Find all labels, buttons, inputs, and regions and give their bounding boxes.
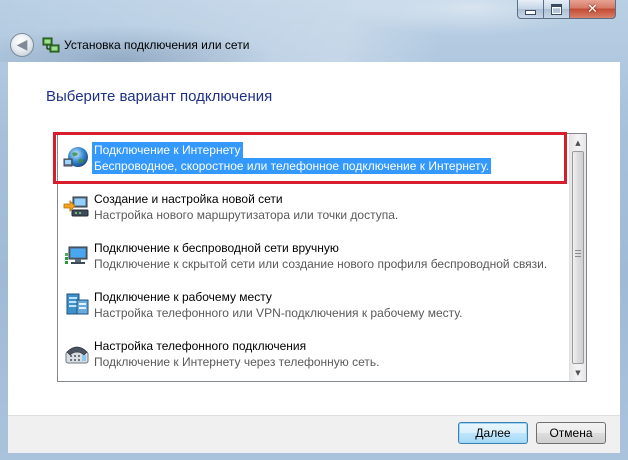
option-dialup[interactable]: Настройка телефонного подключения Подклю… [58, 334, 570, 381]
dialup-phone-icon [65, 346, 89, 364]
back-arrow-icon: ◀ [16, 37, 28, 53]
option-label: Создание и настройка новой сети [94, 192, 283, 206]
option-description: Настройка телефонного или VPN-подключени… [94, 306, 463, 320]
button-bar: Далее Отмена [8, 415, 620, 453]
close-icon: ✕ [587, 1, 598, 17]
grip-icon [575, 250, 581, 259]
minimize-icon [525, 9, 536, 15]
vertical-scrollbar[interactable]: ▲ ▼ [569, 134, 586, 381]
workplace-vpn-icon [66, 293, 89, 315]
maximize-icon [551, 3, 562, 15]
globe-network-icon [63, 147, 88, 167]
chevron-up-icon: ▲ [575, 138, 581, 147]
option-internet-connection[interactable]: Подключение к Интернету Беспроводное, ск… [58, 138, 570, 185]
option-description: Беспроводное, скоростное или телефонное … [92, 158, 491, 174]
option-text: Создание и настройка новой сети Настройк… [94, 191, 398, 223]
back-button[interactable]: ◀ [10, 33, 34, 57]
option-description: Подключение к Интернету через телефонную… [94, 355, 380, 369]
option-text: Подключение к Интернету Беспроводное, ск… [92, 142, 570, 174]
option-description: Настройка нового маршрутизатора или точк… [94, 208, 399, 222]
network-setup-icon [42, 37, 60, 53]
page-title: Выберите вариант подключения [46, 88, 273, 105]
connection-options-list[interactable]: Подключение к Интернету Беспроводное, ск… [57, 133, 587, 382]
scroll-up-button[interactable]: ▲ [570, 134, 586, 151]
minimize-button[interactable] [517, 0, 544, 19]
close-button[interactable]: ✕ [570, 0, 616, 19]
option-label: Подключение к беспроводной сети вручную [94, 241, 339, 255]
next-button[interactable]: Далее [458, 422, 528, 444]
wireless-network-icon [65, 246, 88, 264]
window-frame: ✕ ◀ Установка подключения или сети Выбер… [0, 0, 628, 460]
option-label: Настройка телефонного подключения [94, 339, 307, 353]
scroll-down-button[interactable]: ▼ [570, 364, 586, 381]
option-manual-wireless[interactable]: Подключение к беспроводной сети вручную … [58, 236, 570, 283]
wizard-content: Выберите вариант подключения Подключение… [8, 62, 620, 415]
window-title: Установка подключения или сети [64, 38, 250, 52]
chevron-down-icon: ▼ [575, 368, 581, 377]
maximize-button[interactable] [544, 0, 570, 19]
option-text: Подключение к беспроводной сети вручную … [94, 240, 547, 272]
option-text: Подключение к рабочему месту Настройка т… [94, 289, 462, 321]
option-workplace[interactable]: Подключение к рабочему месту Настройка т… [58, 285, 570, 332]
scroll-thumb[interactable] [572, 151, 584, 364]
option-new-network[interactable]: Создание и настройка новой сети Настройк… [58, 187, 570, 234]
cancel-button[interactable]: Отмена [536, 422, 606, 444]
option-text: Настройка телефонного подключения Подклю… [94, 338, 380, 370]
router-setup-icon [63, 196, 89, 217]
option-label: Подключение к Интернету [92, 142, 243, 158]
caption-buttons: ✕ [517, 0, 616, 19]
option-description: Подключение к скрытой сети или создание … [94, 257, 548, 271]
option-label: Подключение к рабочему месту [94, 290, 272, 304]
